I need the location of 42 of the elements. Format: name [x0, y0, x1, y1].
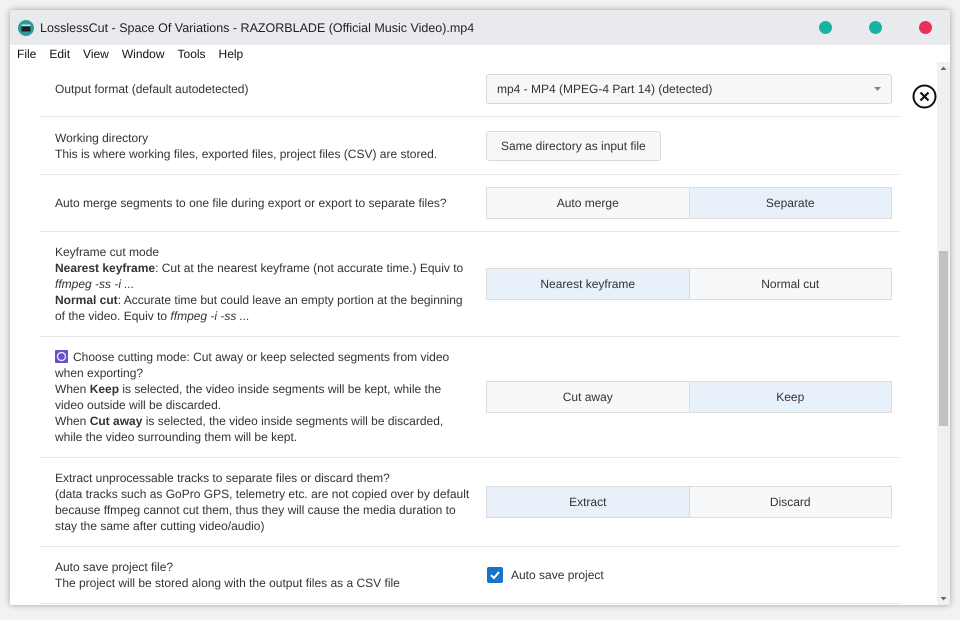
option-button[interactable]: Normal cut: [690, 268, 892, 300]
scrollbar-thumb[interactable]: [939, 251, 948, 426]
menu-item[interactable]: Tools: [178, 46, 206, 60]
menu-item[interactable]: Edit: [49, 46, 70, 60]
setting-description: This is where working files, exported files, project files (CSV) are stored.: [55, 146, 438, 162]
setting-description: Choose cutting mode: Cut away or keep selected segments from video when exporting?: [55, 349, 450, 381]
option-button[interactable]: Discard: [690, 486, 892, 518]
setting-description: When Keep is selected, the video inside segments will be kept, while the video outside will be discarded.: [55, 381, 442, 413]
option-button[interactable]: Cut away: [486, 381, 690, 413]
maximize-icon[interactable]: [869, 21, 882, 34]
setting-description: Nearest keyframe: Cut at the nearest keyframe (not accurate time.) Equiv to ffmpeg -ss -i ...: [55, 260, 464, 292]
window-title: LosslessCut - Space Of Variations - RAZORBLADE (Official Music Video).mp4: [40, 20, 474, 34]
setting-description: Working directory: [55, 130, 150, 146]
option-button[interactable]: Extract: [486, 486, 690, 518]
cut-mode-icon: [55, 350, 68, 363]
option-button[interactable]: Auto merge: [486, 187, 690, 219]
setting-description: Keyframe cut mode: [55, 244, 160, 260]
option-button[interactable]: Keep: [690, 381, 892, 413]
setting-description: Extract unprocessable tracks to separate files or discard them?: [55, 470, 391, 486]
app-logo-icon: [18, 20, 34, 36]
checkbox[interactable]: [487, 567, 503, 583]
scrollbar[interactable]: [937, 62, 950, 605]
output-format-dropdown[interactable]: mp4 - MP4 (MPEG-4 Part 14) (detected): [486, 74, 892, 104]
setting-description: Auto save project file?: [55, 559, 174, 575]
directory-button[interactable]: Same directory as input file: [486, 130, 661, 160]
menu-item[interactable]: File: [17, 46, 36, 60]
close-icon[interactable]: [912, 84, 937, 109]
setting-description: Output format (default autodetected): [55, 81, 250, 97]
setting-description: When Cut away is selected, the video inside segments will be discarded, while the video surrounding them will be kept.: [55, 413, 444, 445]
checkbox-label: Auto save project: [511, 568, 604, 582]
menu-item[interactable]: Help: [218, 46, 244, 60]
setting-description: Auto merge segments to one file during export or export to separate files?: [55, 195, 448, 211]
option-button[interactable]: Nearest keyframe: [486, 268, 690, 300]
checkmark-icon: [489, 569, 501, 581]
setting-description: Normal cut: Accurate time but could leave an empty portion at the beginning of the video. Equiv to ffmpeg -i -ss ...: [55, 292, 464, 324]
setting-description: The project will be stored along with the output files as a CSV file: [55, 575, 401, 591]
menu-item[interactable]: View: [83, 46, 109, 60]
setting-description: (data tracks such as GoPro GPS, telemetry etc. are not copied over by default because ffmpeg cannot cut them, thus they will cause the media duration to stay the same after cutting video/audio): [55, 486, 470, 534]
option-button[interactable]: Separate: [690, 187, 892, 219]
caret-icon: [874, 87, 881, 91]
menu-item[interactable]: Window: [122, 46, 165, 60]
minimize-icon[interactable]: [819, 21, 832, 34]
